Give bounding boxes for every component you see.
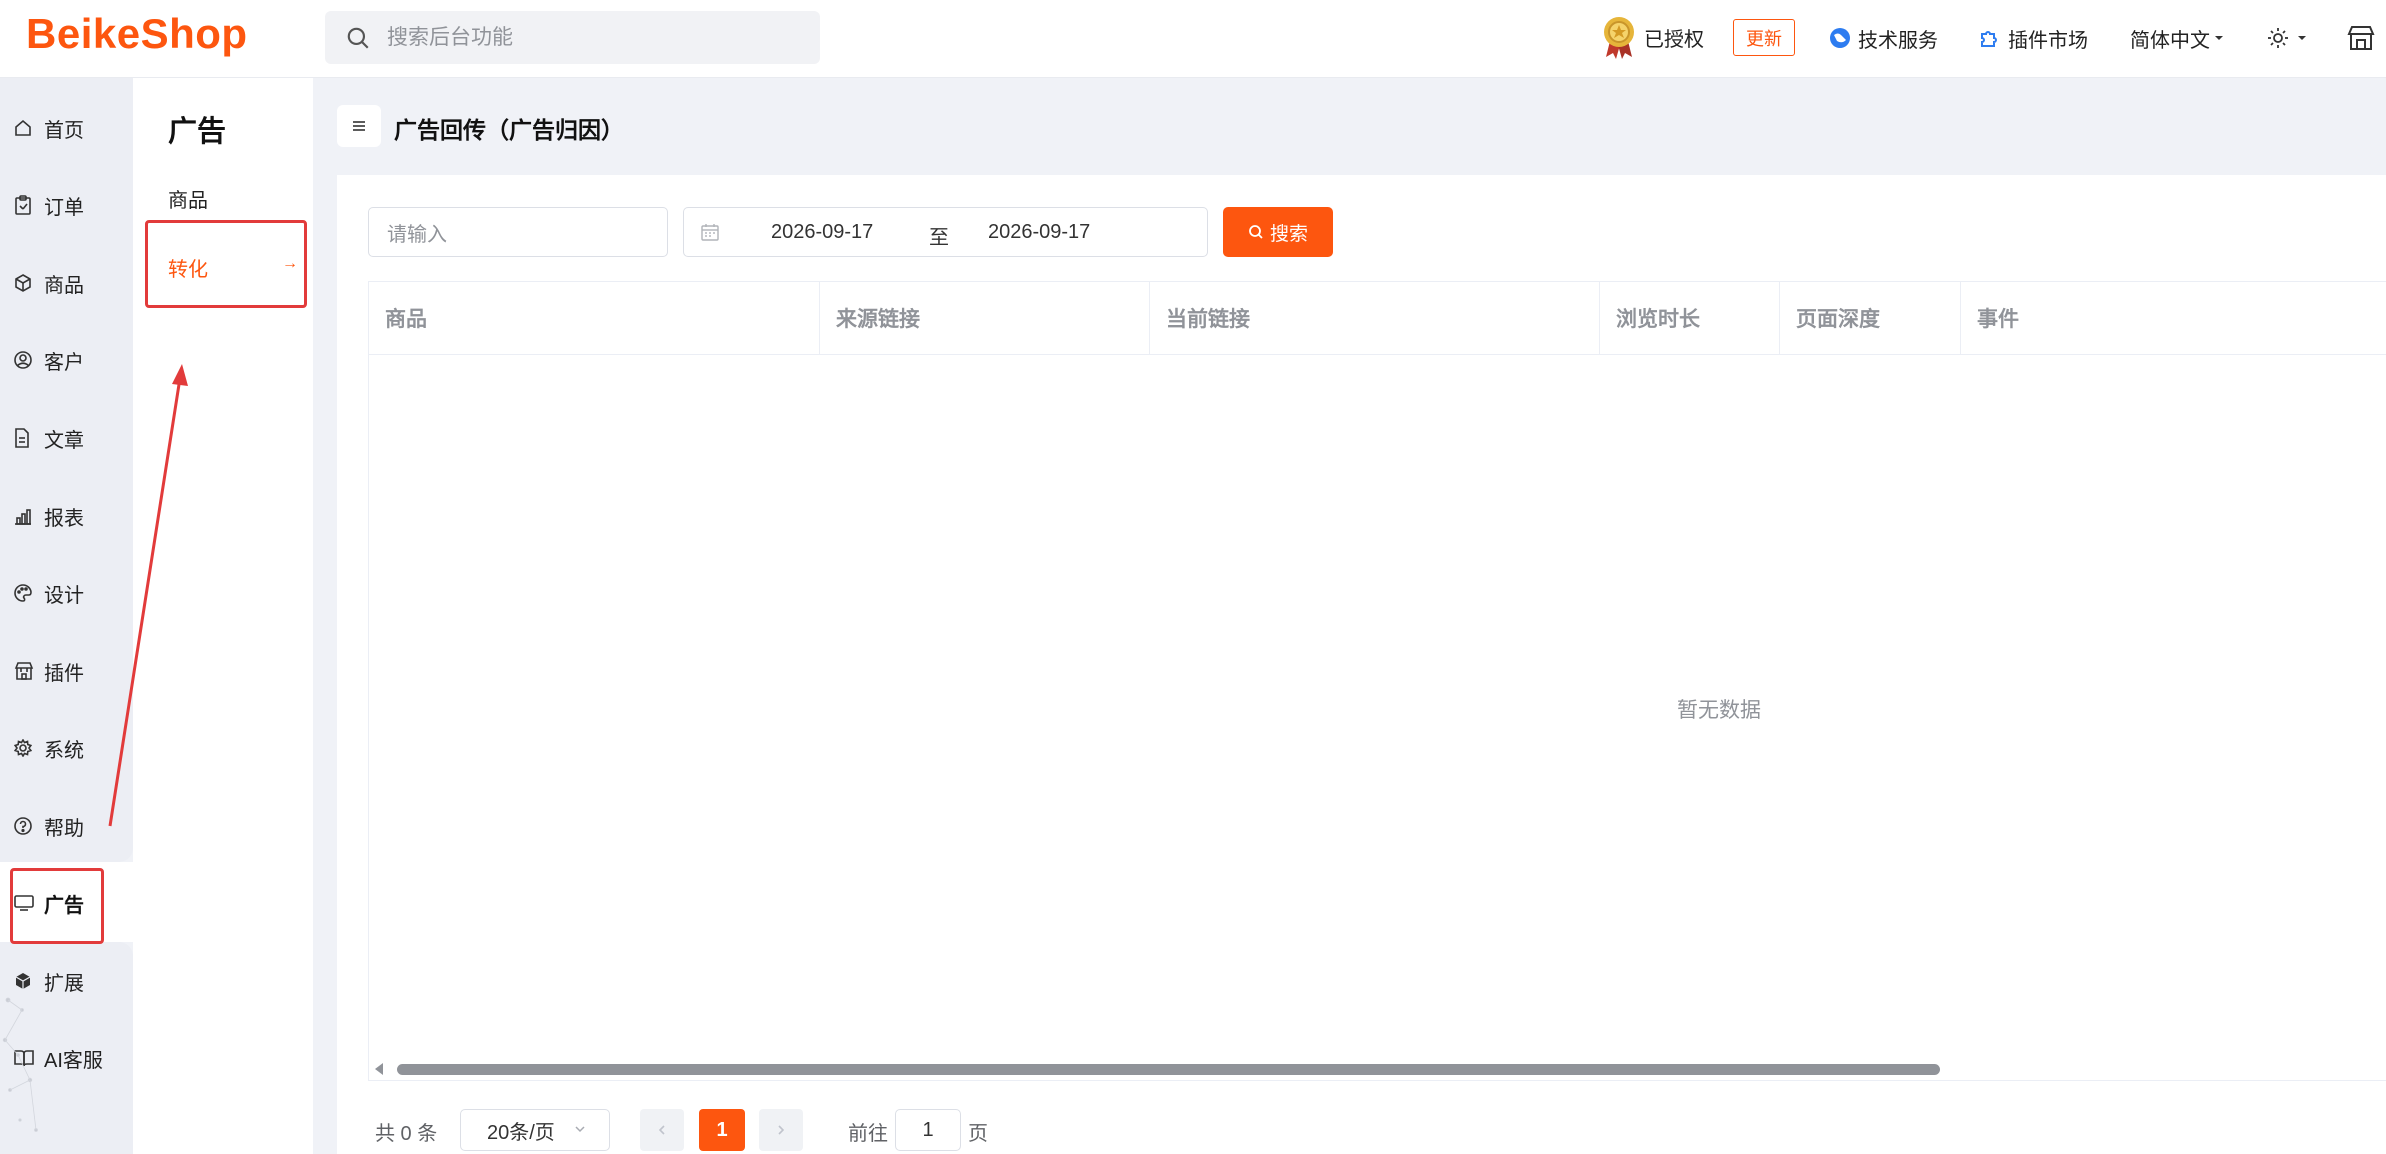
- page-title: 广告回传（广告归因）: [394, 117, 624, 143]
- page-size-label: 20条/页: [487, 1121, 555, 1144]
- column-header-depth[interactable]: 页面深度: [1780, 282, 1961, 354]
- sidebar-item-label: 客户: [44, 351, 84, 374]
- search-button[interactable]: 搜索: [1223, 207, 1333, 257]
- sidebar-item-articles[interactable]: 文章: [0, 418, 133, 458]
- store-icon: [2347, 26, 2375, 50]
- annotation-highlight-conversion: [145, 220, 307, 308]
- date-separator: 至: [929, 227, 949, 249]
- goto-label: 前往: [848, 1123, 888, 1145]
- language-select[interactable]: 简体中文: [2130, 20, 2231, 56]
- empty-state-text: 暂无数据: [1677, 699, 1761, 722]
- user-icon: [14, 351, 32, 369]
- chevron-right-icon: [778, 1125, 785, 1135]
- search-input[interactable]: [387, 19, 807, 57]
- store-link[interactable]: [2346, 20, 2382, 56]
- date-range-picker[interactable]: 2026-09-17 至 2026-09-17: [683, 207, 1208, 257]
- subnav-item-products[interactable]: 商品: [168, 184, 208, 213]
- sidebar-item-customers[interactable]: 客户: [0, 340, 133, 380]
- column-header-product[interactable]: 商品: [369, 282, 820, 354]
- caret-down-icon: [2215, 36, 2223, 40]
- puzzle-icon: [1981, 31, 1997, 47]
- sidebar-item-label: AI客服: [44, 1049, 103, 1072]
- calendar-icon: [701, 224, 719, 241]
- menu-toggle-button[interactable]: [337, 105, 381, 147]
- keyword-input[interactable]: 请输入: [368, 207, 668, 257]
- palette-icon: [14, 584, 32, 602]
- date-start[interactable]: 2026-09-17: [771, 221, 873, 244]
- column-header-current-url[interactable]: 当前链接: [1150, 282, 1600, 354]
- bar-chart-icon: [15, 509, 31, 525]
- page-number-current[interactable]: 1: [699, 1109, 745, 1151]
- goto-page-input[interactable]: 1: [895, 1109, 961, 1151]
- sidebar-item-system[interactable]: 系统: [0, 728, 133, 768]
- decorative-dots: [2, 997, 38, 1132]
- logo[interactable]: BeikeShop: [26, 10, 248, 58]
- box-icon: [15, 274, 31, 292]
- chevron-down-icon: [575, 1126, 585, 1133]
- column-header-event[interactable]: 事件: [1961, 282, 2386, 354]
- page-size-select[interactable]: 20条/页: [460, 1109, 610, 1151]
- subnav-title: 广告: [168, 116, 227, 148]
- menu-icon: [353, 121, 365, 131]
- sidebar-item-label: 文章: [44, 429, 84, 452]
- medal-icon: [1604, 17, 1634, 59]
- sun-icon: [2268, 28, 2288, 48]
- search-icon: [1249, 225, 1263, 239]
- top-header: BeikeShop 已授权 更新 技术服务 插件市场 简体中文: [0, 0, 2386, 78]
- sidebar-item-label: 设计: [44, 584, 84, 607]
- caret-down-icon: [2298, 36, 2306, 40]
- sidebar-item-label: 扩展: [44, 972, 84, 995]
- sidebar-item-plugins[interactable]: 插件: [0, 651, 133, 691]
- sidebar-item-label: 订单: [44, 196, 84, 219]
- plugin-market-label: 插件市场: [2008, 29, 2088, 52]
- pagination-total: 共 0 条: [375, 1123, 438, 1145]
- sidebar-item-products[interactable]: 商品: [0, 263, 133, 303]
- licensed-label: 已授权: [1644, 28, 1704, 51]
- gear-icon: [14, 739, 32, 757]
- table-header-divider: [369, 354, 2386, 355]
- help-icon: [14, 817, 32, 835]
- clipboard-icon: [15, 195, 31, 215]
- tech-service-link[interactable]: 技术服务: [1828, 20, 1938, 56]
- sidebar-item-reports[interactable]: 报表: [0, 496, 133, 536]
- sidebar-item-label: 帮助: [44, 817, 84, 840]
- licensed-status: 已授权: [1600, 14, 1704, 60]
- scrollbar-thumb[interactable]: [397, 1064, 1940, 1075]
- date-end[interactable]: 2026-09-17: [988, 221, 1090, 244]
- sidebar-item-orders[interactable]: 订单: [0, 185, 133, 225]
- sidebar-item-label: 系统: [44, 739, 84, 762]
- keyword-placeholder: 请输入: [387, 223, 447, 246]
- theme-toggle[interactable]: [2266, 20, 2314, 56]
- chevron-left-icon: [658, 1125, 665, 1135]
- home-icon: [15, 119, 31, 136]
- globe-icon: [1830, 28, 1850, 48]
- tech-service-label: 技术服务: [1858, 29, 1938, 52]
- column-header-source-url[interactable]: 来源链接: [820, 282, 1150, 354]
- global-search[interactable]: [325, 11, 820, 64]
- shop-icon: [14, 662, 34, 680]
- page-suffix: 页: [968, 1123, 988, 1145]
- language-label: 简体中文: [2130, 29, 2210, 52]
- sidebar-item-label: 插件: [44, 662, 84, 685]
- document-icon: [15, 428, 29, 448]
- sidebar-item-home[interactable]: 首页: [0, 108, 133, 148]
- sidebar-item-label: 报表: [44, 507, 84, 530]
- sidebar-item-help[interactable]: 帮助: [0, 806, 133, 846]
- sidebar-item-label: 商品: [44, 274, 84, 297]
- scroll-left-arrow-icon[interactable]: [375, 1063, 383, 1075]
- next-page-button[interactable]: [759, 1109, 803, 1151]
- annotation-highlight-ads: [10, 868, 104, 944]
- sidebar-item-label: 首页: [44, 119, 84, 142]
- search-icon: [347, 27, 369, 49]
- column-header-duration[interactable]: 浏览时长: [1600, 282, 1780, 354]
- prev-page-button[interactable]: [640, 1109, 684, 1151]
- data-table: 商品 来源链接 当前链接 浏览时长 页面深度 事件: [368, 281, 2386, 1081]
- sidebar-item-design[interactable]: 设计: [0, 573, 133, 613]
- search-button-label: 搜索: [1269, 223, 1308, 245]
- update-button[interactable]: 更新: [1733, 19, 1795, 56]
- plugin-market-link[interactable]: 插件市场: [1978, 20, 2088, 56]
